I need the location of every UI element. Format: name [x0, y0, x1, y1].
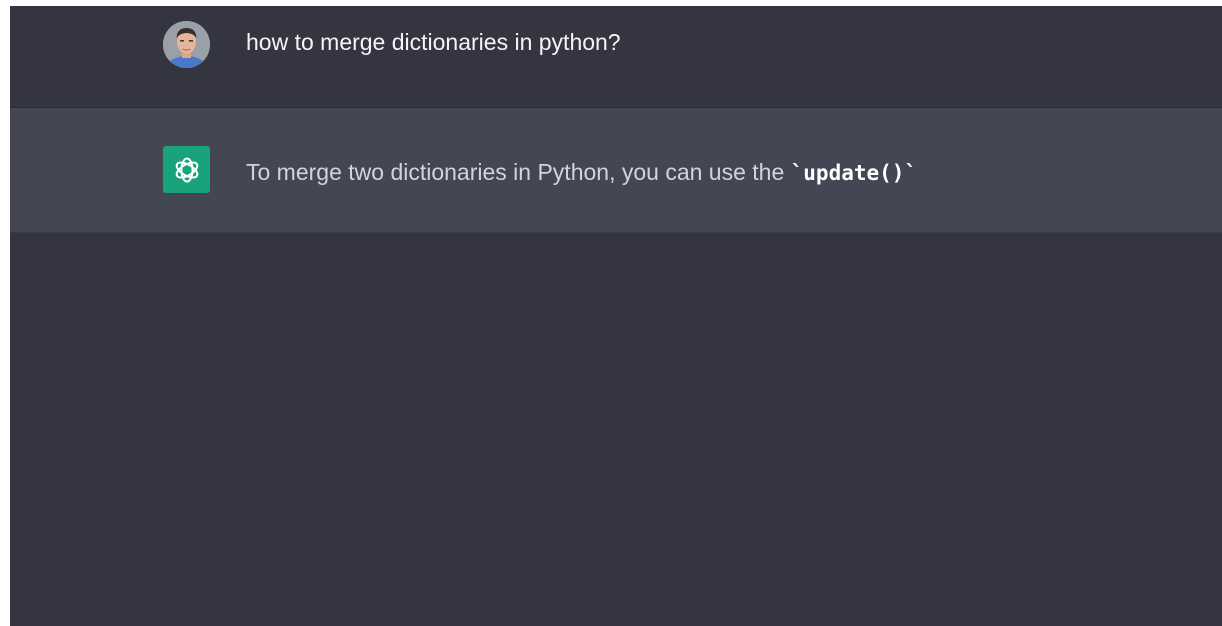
user-message-row: how to merge dictionaries in python?	[10, 6, 1222, 108]
user-avatar	[163, 21, 210, 68]
user-message-text: how to merge dictionaries in python?	[246, 29, 621, 55]
assistant-message-text: To merge two dictionaries in Python, you…	[246, 158, 917, 187]
assistant-avatar	[163, 146, 210, 193]
openai-logo-icon	[175, 157, 198, 182]
assistant-message-prefix: To merge two dictionaries in Python, you…	[246, 159, 791, 185]
assistant-message-row: To merge two dictionaries in Python, you…	[10, 108, 1222, 233]
inline-code: `update()`	[790, 161, 918, 185]
user-avatar-photo-icon	[163, 21, 210, 68]
chat-window: how to merge dictionaries in python? To …	[10, 6, 1222, 626]
